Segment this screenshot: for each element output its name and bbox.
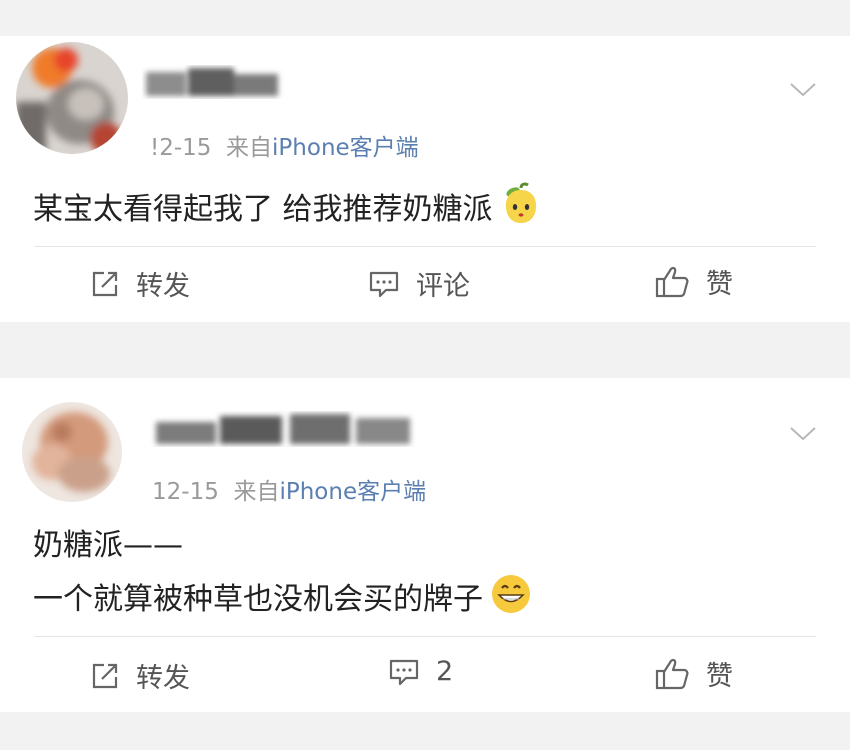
from-label: 来自 [233,479,280,505]
repost-label: 转发 [136,271,190,302]
comment-icon [369,271,399,297]
post-text: 某宝太看得起我了 给我推荐奶糖派 [33,182,543,239]
post-text: 奶糖派—— 一个就算被种草也没机会买的牌子 [33,524,533,629]
pear-emoji [499,182,543,239]
post-text-line: 奶糖派—— [33,528,183,563]
repost-button[interactable]: 转发 [90,656,190,695]
avatar[interactable] [16,42,128,154]
like-label: 赞 [706,269,733,300]
thumbs-up-icon [655,266,689,297]
grin-emoji [489,572,533,629]
comment-icon [389,659,419,685]
comment-label: 评论 [416,271,470,302]
repost-button[interactable]: 转发 [90,264,190,303]
post-meta: !2-15 来自iPhone客户端 [150,128,419,162]
weibo-post: 12-15 来自iPhone客户端 奶糖派—— 一个就算被种草也没机会买的牌子 … [0,378,850,712]
weibo-post: !2-15 来自iPhone客户端 某宝太看得起我了 给我推荐奶糖派 转发 评论 [0,36,850,322]
post-meta: 12-15 来自iPhone客户端 [152,472,426,506]
post-date: 12-15 [152,479,219,505]
username-redacted[interactable] [142,62,292,96]
avatar[interactable] [22,402,122,502]
divider [34,636,816,637]
source-link[interactable]: iPhone客户端 [272,135,419,161]
like-button[interactable]: 赞 [654,654,733,693]
comment-count: 2 [436,656,454,687]
comment-button[interactable]: 2 [388,656,453,687]
post-date: !2-15 [150,135,212,161]
repost-icon [92,271,118,296]
thumbs-up-icon [655,658,689,689]
username-redacted[interactable] [150,408,418,444]
chevron-down-icon[interactable] [788,424,818,444]
repost-label: 转发 [136,663,190,694]
repost-icon [92,663,118,688]
post-text-line: 某宝太看得起我了 给我推荐奶糖派 [33,192,493,227]
chevron-down-icon[interactable] [788,80,818,100]
post-text-line: 一个就算被种草也没机会买的牌子 [33,582,483,617]
like-label: 赞 [706,661,733,692]
like-button[interactable]: 赞 [654,262,733,301]
post-separator [0,322,850,378]
comment-button[interactable]: 评论 [368,264,470,303]
top-separator [0,0,850,36]
from-label: 来自 [226,135,273,161]
source-link[interactable]: iPhone客户端 [279,479,426,505]
bottom-separator [0,712,850,750]
divider [34,246,816,247]
